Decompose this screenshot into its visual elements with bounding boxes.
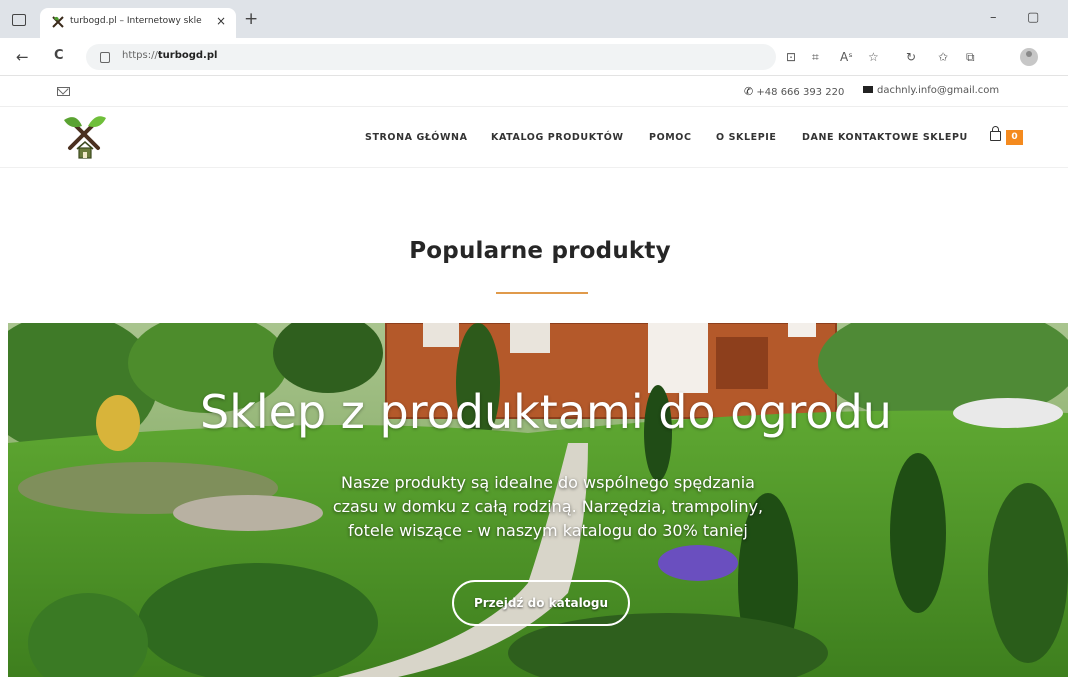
- browser-tab-bar: turbogd.pl – Internetowy sklep o... × + …: [0, 0, 1068, 38]
- url-text: https://turbogd.pl: [122, 50, 218, 61]
- new-tab-button[interactable]: +: [244, 9, 258, 29]
- section-title: Popularne produkty: [409, 238, 671, 264]
- email-address: dachnly.info@gmail.com: [877, 85, 1000, 96]
- site-topbar: ✆ +48 666 393 220 dachnly.info@gmail.com: [0, 77, 1068, 107]
- phone-contact[interactable]: ✆ +48 666 393 220: [744, 85, 844, 98]
- phone-number: +48 666 393 220: [756, 87, 845, 98]
- lock-icon: [100, 52, 110, 63]
- mail-icon[interactable]: [57, 87, 70, 96]
- favorite-star-icon[interactable]: ☆: [868, 50, 879, 64]
- cart-bag-icon[interactable]: [990, 126, 1001, 141]
- app-icon[interactable]: ⌗: [812, 50, 819, 65]
- reader-view-icon[interactable]: ⊡: [786, 50, 796, 64]
- extension-icon[interactable]: ↻: [906, 50, 916, 64]
- envelope-icon: [863, 86, 873, 93]
- phone-icon: ✆: [744, 85, 754, 98]
- nav-contact[interactable]: DANE KONTAKTOWE SKLEPU: [802, 132, 968, 143]
- browser-tab[interactable]: turbogd.pl – Internetowy sklep o... ×: [40, 8, 236, 38]
- hero-line: Nasze produkty są idealne do wspólnego s…: [341, 473, 755, 492]
- hero-title: Sklep z produktami do ogrodu: [200, 385, 892, 439]
- collections-icon[interactable]: ⧉: [966, 50, 975, 65]
- email-contact[interactable]: dachnly.info@gmail.com: [863, 85, 999, 96]
- hero-line: fotele wiszące - w naszym katalogu do 30…: [348, 521, 748, 540]
- cart-count-badge[interactable]: 0: [1006, 130, 1023, 145]
- nav-help[interactable]: POMOC: [649, 132, 692, 143]
- nav-about[interactable]: O SKLEPIE: [716, 132, 777, 143]
- nav-home[interactable]: STRONA GŁÓWNA: [365, 132, 468, 143]
- site-favicon-icon: [52, 16, 64, 28]
- hero-line: czasu w domku z całą rodziną. Narzędzia,…: [332, 497, 764, 516]
- minimize-button[interactable]: –: [990, 10, 997, 25]
- back-button[interactable]: ←: [16, 48, 29, 66]
- read-aloud-icon[interactable]: Aˢ: [840, 50, 853, 64]
- site-header: STRONA GŁÓWNA KATALOG PRODUKTÓW POMOC O …: [0, 108, 1068, 168]
- reload-button[interactable]: C: [54, 48, 64, 63]
- tab-close-icon[interactable]: ×: [216, 14, 226, 28]
- profile-avatar-icon[interactable]: [1020, 48, 1038, 66]
- hero-banner: Sklep z produktami do ogrodu Nasze produ…: [8, 323, 1068, 677]
- section-underline: [496, 292, 588, 294]
- hero-description: Nasze produkty są idealne do wspólnego s…: [278, 471, 818, 543]
- nav-catalog[interactable]: KATALOG PRODUKTÓW: [491, 132, 624, 143]
- browser-toolbar: ← C https://turbogd.pl ⊡ ⌗ Aˢ ☆ ↻ ✩ ⧉: [0, 38, 1068, 76]
- site-logo[interactable]: [62, 114, 108, 162]
- favorites-icon[interactable]: ✩: [938, 50, 948, 64]
- address-bar[interactable]: https://turbogd.pl: [86, 44, 776, 70]
- maximize-button[interactable]: ▢: [1027, 10, 1039, 25]
- go-to-catalog-button[interactable]: Przejdź do katalogu: [452, 580, 630, 626]
- sidebar-toggle-icon[interactable]: [12, 14, 26, 26]
- tab-title: turbogd.pl – Internetowy sklep o...: [70, 16, 202, 26]
